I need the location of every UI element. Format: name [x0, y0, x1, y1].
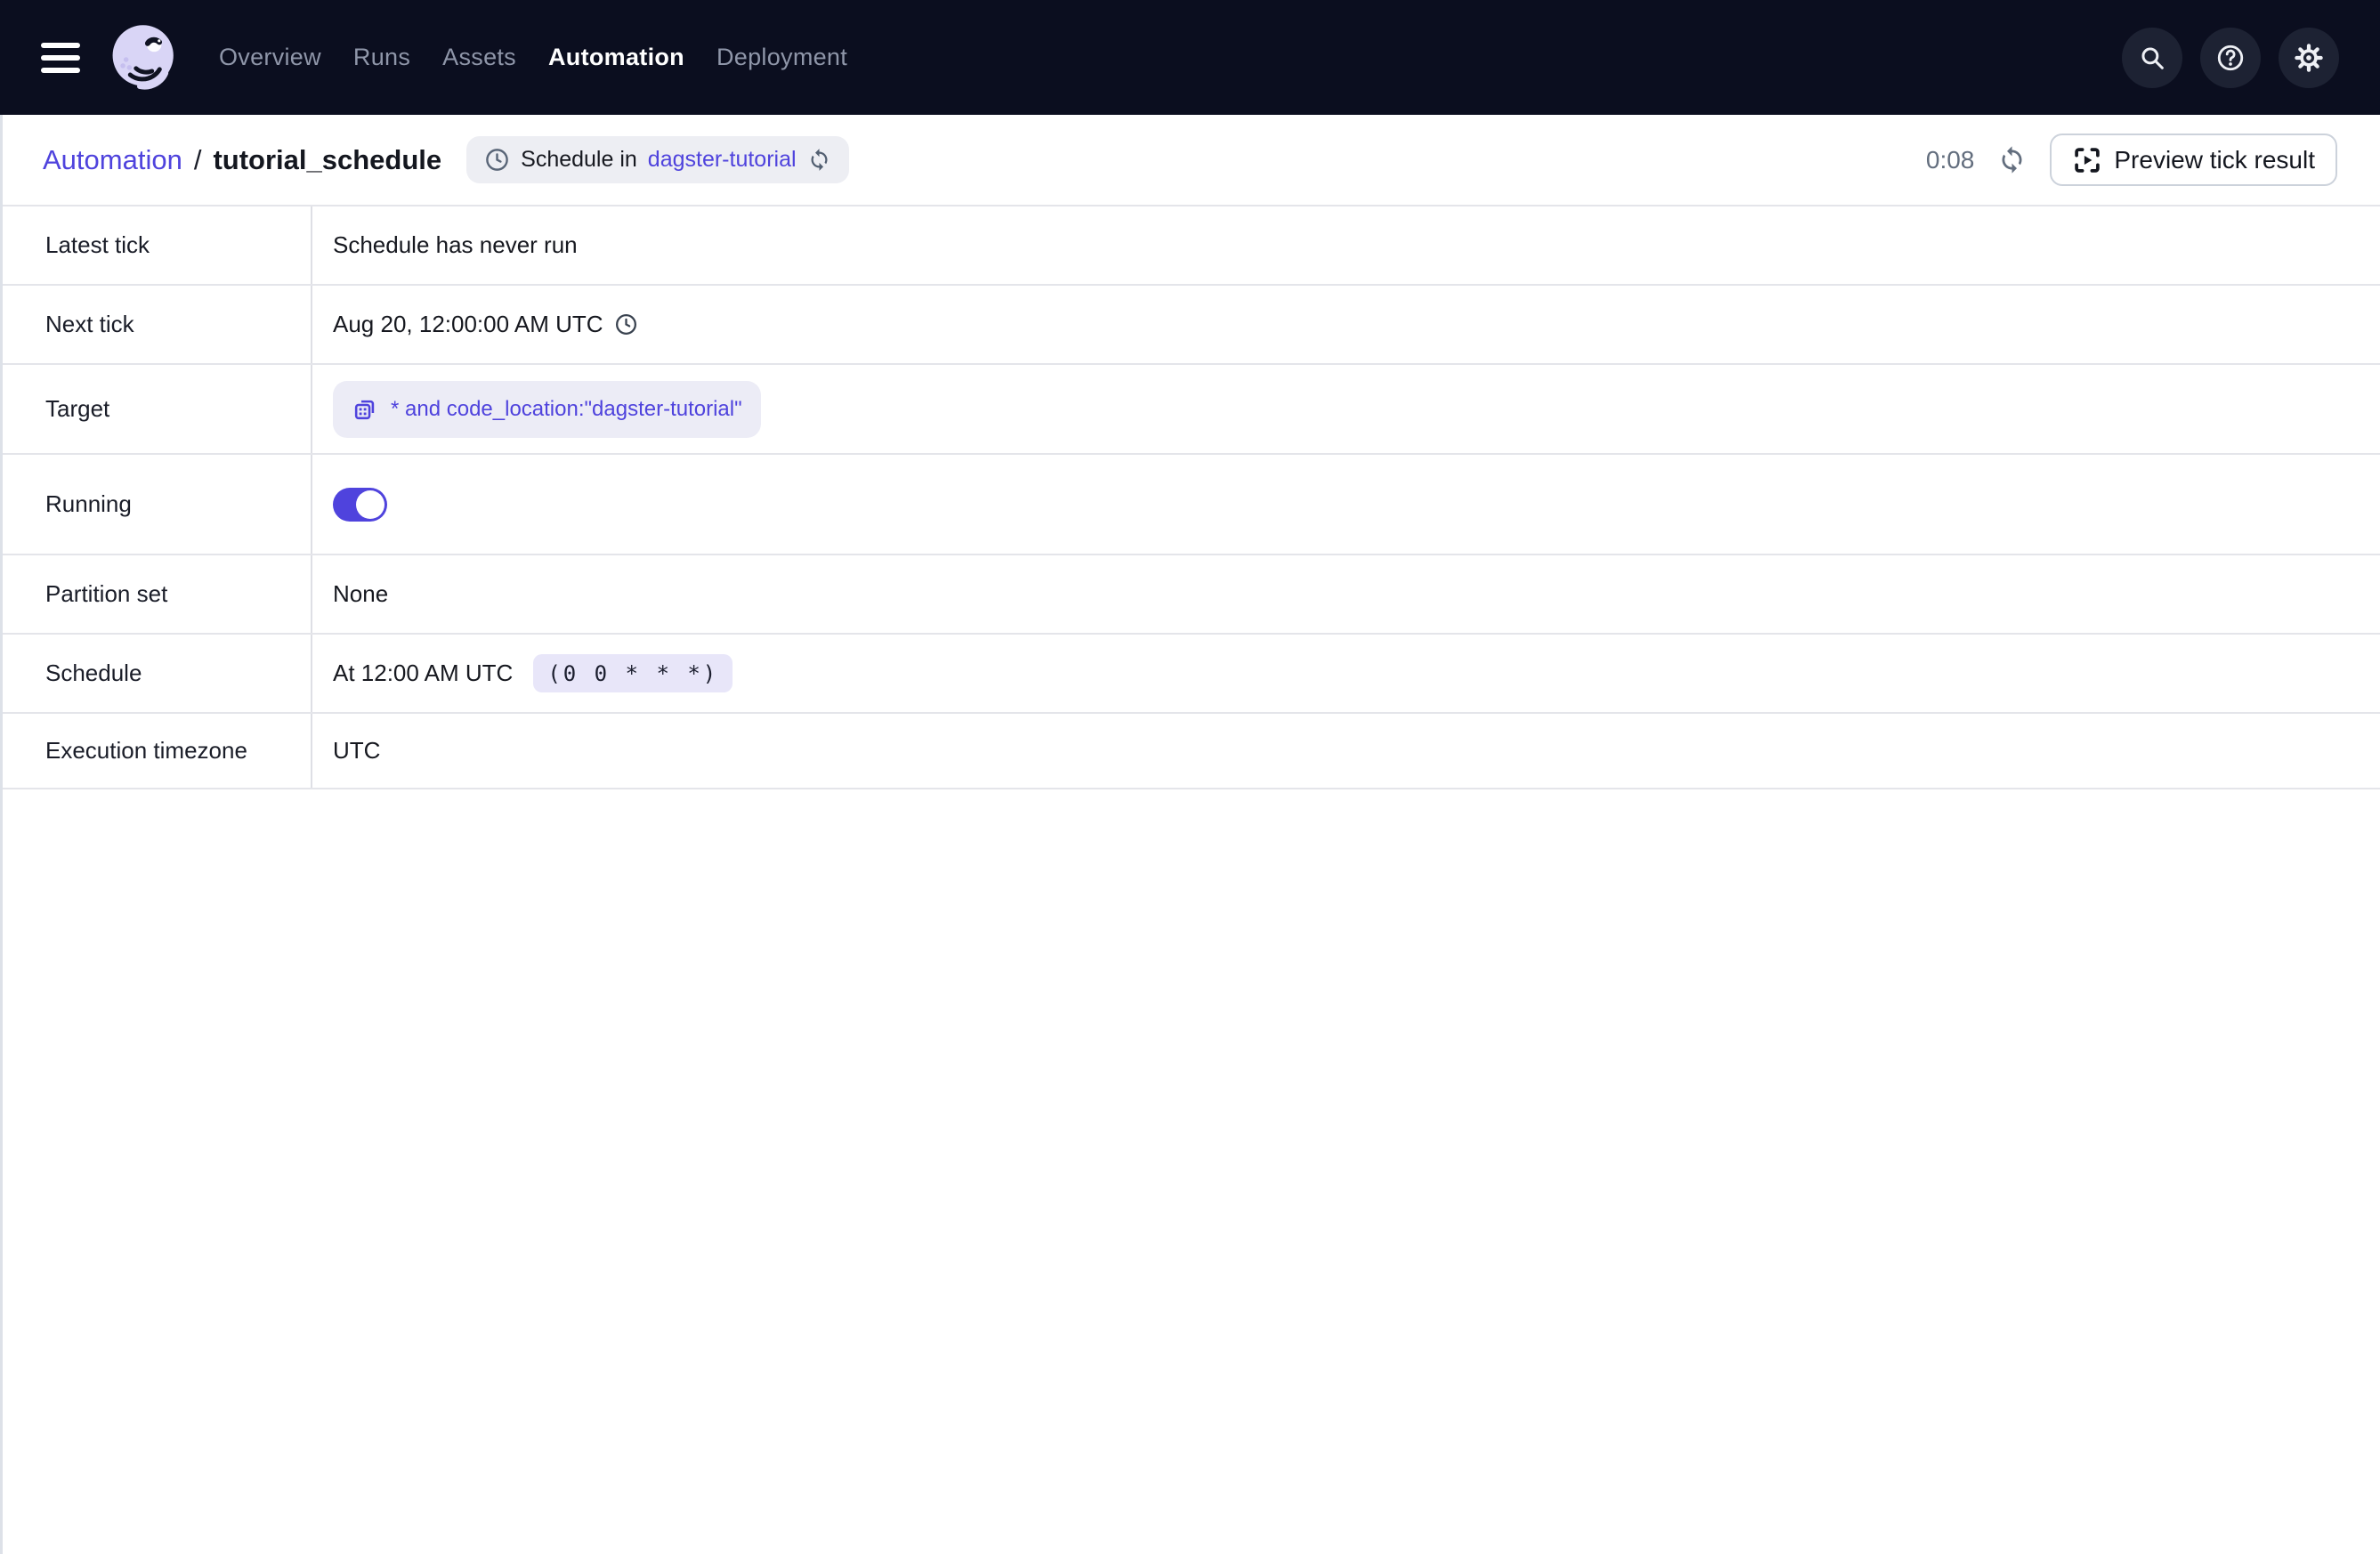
running-toggle[interactable] — [333, 488, 387, 522]
latest-tick-value: Schedule has never run — [333, 231, 578, 259]
settings-button[interactable] — [2279, 28, 2339, 88]
schedule-location-badge: Schedule in dagster-tutorial — [466, 136, 848, 183]
search-icon — [2137, 43, 2167, 73]
nav-item-runs[interactable]: Runs — [353, 44, 410, 71]
code-location-link[interactable]: dagster-tutorial — [648, 147, 797, 173]
row-label: Partition set — [0, 555, 312, 633]
partition-set-value: None — [333, 580, 388, 608]
row-next-tick: Next tick Aug 20, 12:00:00 AM UTC — [0, 286, 2380, 365]
refresh-button[interactable] — [1997, 145, 2027, 174]
page-left-edge-line — [0, 115, 3, 1554]
page-header: Automation / tutorial_schedule Schedule … — [0, 115, 2380, 206]
breadcrumb-automation-link[interactable]: Automation — [43, 144, 182, 176]
asset-selection-icon — [352, 395, 379, 423]
dagster-logo[interactable] — [107, 20, 182, 95]
schedule-in-label: Schedule in — [521, 147, 637, 173]
row-partition-set: Partition set None — [0, 555, 2380, 635]
row-latest-tick: Latest tick Schedule has never run — [0, 206, 2380, 286]
row-running: Running — [0, 455, 2380, 555]
menu-icon[interactable] — [41, 43, 80, 73]
search-button[interactable] — [2122, 28, 2182, 88]
row-label: Target — [0, 365, 312, 453]
asset-selection-badge[interactable]: * and code_location:"dagster-tutorial" — [333, 381, 761, 438]
sync-icon[interactable] — [807, 148, 831, 172]
row-label: Next tick — [0, 286, 312, 363]
schedule-human-value: At 12:00 AM UTC — [333, 660, 513, 687]
cron-expression-badge: (0 0 * * *) — [533, 654, 733, 692]
preview-tick-result-button[interactable]: Preview tick result — [2050, 134, 2337, 186]
primary-nav: Overview Runs Assets Automation Deployme… — [219, 44, 847, 71]
execution-timezone-value: UTC — [333, 737, 380, 765]
row-label: Execution timezone — [0, 714, 312, 788]
row-execution-timezone: Execution timezone UTC — [0, 714, 2380, 789]
help-icon — [2215, 43, 2246, 73]
preview-icon — [2072, 145, 2102, 175]
help-button[interactable] — [2200, 28, 2261, 88]
nav-item-overview[interactable]: Overview — [219, 44, 321, 71]
breadcrumb: Automation / tutorial_schedule — [43, 144, 441, 176]
gear-icon — [2294, 43, 2324, 73]
next-tick-value: Aug 20, 12:00:00 AM UTC — [333, 311, 603, 338]
preview-button-label: Preview tick result — [2114, 146, 2315, 174]
top-nav: Overview Runs Assets Automation Deployme… — [0, 0, 2380, 115]
asset-selection-text: * and code_location:"dagster-tutorial" — [391, 397, 742, 422]
top-nav-actions — [2122, 28, 2339, 88]
nav-item-automation[interactable]: Automation — [548, 44, 684, 71]
timezone-clock-icon[interactable] — [614, 312, 638, 336]
nav-item-assets[interactable]: Assets — [442, 44, 516, 71]
page-title: tutorial_schedule — [213, 144, 441, 176]
row-label: Running — [0, 455, 312, 554]
row-label: Latest tick — [0, 206, 312, 284]
breadcrumb-separator: / — [194, 144, 202, 176]
clock-icon — [484, 147, 510, 173]
nav-item-deployment[interactable]: Deployment — [716, 44, 847, 71]
toggle-knob — [356, 490, 385, 519]
row-target: Target * and code_location:"dagster-tuto… — [0, 365, 2380, 455]
schedule-details-table: Latest tick Schedule has never run Next … — [0, 206, 2380, 789]
refresh-icon — [1997, 145, 2027, 174]
page-header-actions: 0:08 Preview tick result — [1926, 134, 2337, 186]
refresh-countdown: 0:08 — [1926, 146, 1975, 174]
row-label: Schedule — [0, 635, 312, 712]
row-schedule: Schedule At 12:00 AM UTC (0 0 * * *) — [0, 635, 2380, 714]
